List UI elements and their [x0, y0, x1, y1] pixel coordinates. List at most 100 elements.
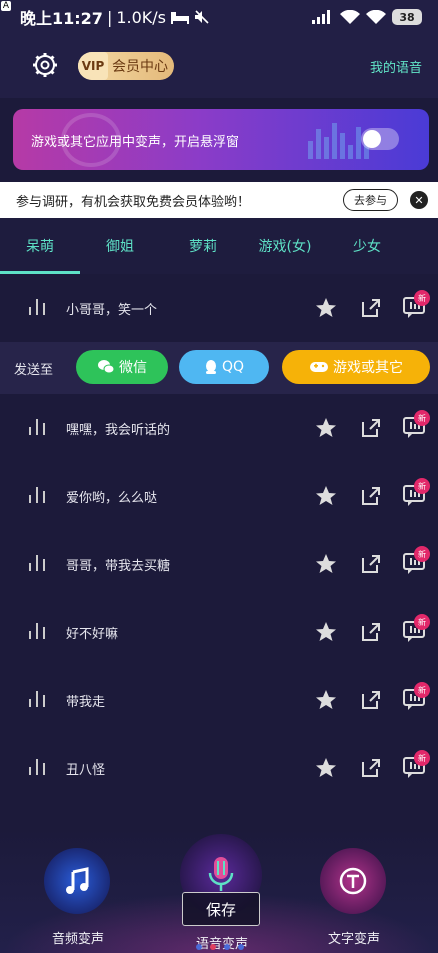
star-icon[interactable]: [314, 552, 338, 576]
share-icon[interactable]: [360, 621, 382, 643]
floating-window-banner[interactable]: 游戏或其它应用中变声，开启悬浮窗: [13, 109, 429, 170]
share-icon[interactable]: [360, 757, 382, 779]
category-tabs: 呆萌 御姐 萝莉 游戏(女) 少女: [0, 218, 438, 274]
new-badge: 新: [414, 290, 430, 306]
survey-join-button[interactable]: 去参与: [343, 189, 398, 211]
share-icon[interactable]: [360, 297, 382, 319]
text-voice-change-label: 文字变声: [328, 932, 381, 947]
audio-voice-change-label: 音频变声: [52, 932, 105, 947]
new-badge: 新: [414, 614, 430, 630]
voice-title: 嘿嘿，我会听话的: [66, 422, 171, 438]
voice-title: 丑八怪: [66, 762, 106, 778]
my-voice-link[interactable]: 我的语音: [370, 57, 422, 76]
send-chat-icon[interactable]: 新: [402, 410, 430, 440]
star-icon[interactable]: [314, 484, 338, 508]
send-chat-icon[interactable]: 新: [402, 546, 430, 576]
toggle-knob: [363, 130, 381, 148]
music-note-icon: [66, 867, 89, 894]
list-item[interactable]: 嘿嘿，我会听话的 新: [0, 394, 438, 462]
wechat-icon: [98, 360, 115, 374]
text-voice-change-button[interactable]: [320, 848, 386, 914]
page-indicator: [196, 944, 244, 950]
new-badge: 新: [414, 546, 430, 562]
send-chat-icon[interactable]: 新: [402, 478, 430, 508]
share-icon[interactable]: [360, 417, 382, 439]
send-chat-icon[interactable]: 新: [402, 750, 430, 780]
status-bar: A 晚上11:27 | 1.0K/s 38: [0, 0, 438, 34]
tab-loli[interactable]: 萝莉: [160, 218, 246, 274]
tab-label: 御姐: [106, 239, 134, 255]
list-item[interactable]: 丑八怪 新: [0, 734, 438, 802]
send-chat-icon[interactable]: 新: [402, 614, 430, 644]
star-icon[interactable]: [314, 296, 338, 320]
star-icon[interactable]: [314, 688, 338, 712]
tab-lady[interactable]: 御姐: [80, 218, 160, 274]
bottom-nav: 音频变声 保存 语音变声 文字变声: [0, 828, 438, 953]
list-item[interactable]: 哥哥，带我去买糖 新: [0, 530, 438, 598]
gamepad-icon: [310, 362, 328, 372]
accessibility-icon: A: [1, 1, 11, 11]
tab-label: 萝莉: [189, 239, 217, 255]
wechat-button[interactable]: 微信: [76, 350, 168, 384]
text-t-icon: [339, 867, 367, 895]
send-to-label: 发送至: [14, 363, 54, 378]
voice-title: 爱你哟，么么哒: [66, 490, 158, 506]
new-badge: 新: [414, 410, 430, 426]
status-speed: 1.0K/s: [116, 7, 166, 27]
bed-icon: [171, 12, 189, 24]
signal-icon: [312, 10, 330, 24]
wifi-icon: [340, 9, 360, 24]
voice-title: 哥哥，带我去买糖: [66, 558, 171, 574]
status-separator: |: [106, 7, 113, 27]
new-badge: 新: [414, 750, 430, 766]
app-header: VIP 会员中心 我的语音: [0, 34, 438, 98]
list-item[interactable]: 带我走 新: [0, 666, 438, 734]
waveform-icon: [29, 691, 45, 707]
status-time: 晚上11:27: [20, 9, 103, 28]
banner-text: 游戏或其它应用中变声，开启悬浮窗: [31, 135, 240, 150]
list-item[interactable]: 爱你哟，么么哒 新: [0, 462, 438, 530]
tab-game-female[interactable]: 游戏(女): [246, 218, 324, 274]
waveform-icon: [29, 487, 45, 503]
wechat-label: 微信: [119, 360, 147, 376]
game-or-other-label: 游戏或其它: [333, 360, 403, 376]
list-item[interactable]: 小哥哥，笑一个 新: [0, 274, 438, 342]
wifi-icon-2: [366, 9, 386, 24]
survey-text: 参与调研，有机会获取免费会员体验哟！: [16, 194, 251, 210]
voice-title: 小哥哥，笑一个: [66, 302, 158, 318]
survey-strip: 参与调研，有机会获取免费会员体验哟！ 去参与 ✕: [0, 182, 438, 218]
star-icon[interactable]: [314, 756, 338, 780]
close-icon[interactable]: ✕: [410, 191, 428, 209]
share-icon[interactable]: [360, 553, 382, 575]
gear-icon[interactable]: [32, 52, 58, 78]
voice-title: 好不好嘛: [66, 626, 119, 642]
save-button[interactable]: 保存: [182, 892, 260, 926]
waveform-icon: [29, 419, 45, 435]
game-or-other-button[interactable]: 游戏或其它: [282, 350, 430, 384]
audio-voice-change-button[interactable]: [44, 848, 110, 914]
microphone-icon: [208, 857, 234, 891]
waveform-icon: [29, 623, 45, 639]
tab-label: 呆萌: [26, 239, 54, 255]
star-icon[interactable]: [314, 620, 338, 644]
waveform-icon: [29, 555, 45, 571]
share-icon[interactable]: [360, 485, 382, 507]
waveform-icon: [29, 299, 45, 315]
mute-icon: [195, 10, 209, 24]
new-badge: 新: [414, 682, 430, 698]
tab-cute[interactable]: 呆萌: [0, 218, 80, 274]
voice-title: 带我走: [66, 694, 106, 710]
vip-badge-icon: VIP: [78, 52, 108, 80]
floating-window-toggle[interactable]: [361, 128, 399, 150]
star-icon[interactable]: [314, 416, 338, 440]
vip-center-button[interactable]: VIP 会员中心: [78, 52, 174, 80]
send-chat-icon[interactable]: 新: [402, 682, 430, 712]
qq-label: QQ: [221, 359, 245, 375]
send-chat-icon[interactable]: 新: [402, 290, 430, 320]
send-to-bar: 发送至 微信 QQ 游戏或其它: [0, 342, 438, 394]
equalizer-decoration: [308, 119, 369, 159]
qq-button[interactable]: QQ: [179, 350, 269, 384]
share-icon[interactable]: [360, 689, 382, 711]
tab-girl[interactable]: 少女: [324, 218, 410, 274]
list-item[interactable]: 好不好嘛 新: [0, 598, 438, 666]
